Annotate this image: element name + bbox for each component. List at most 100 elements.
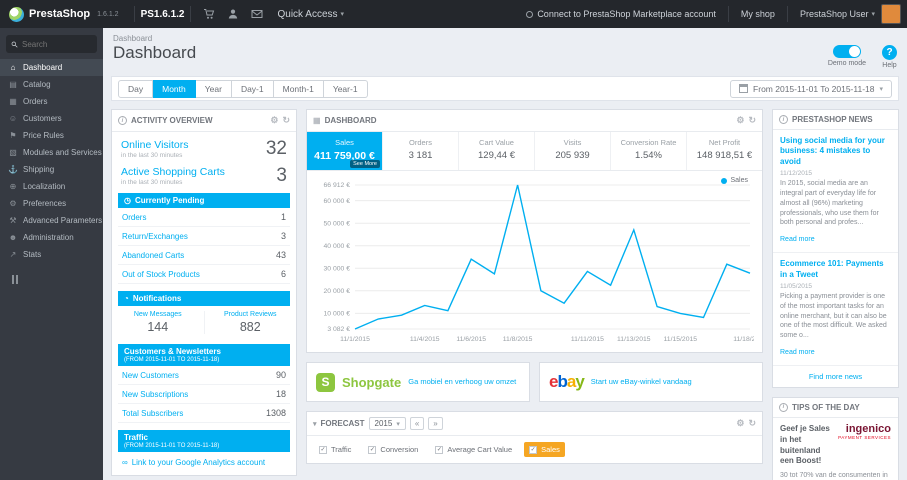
sidebar-item-administration[interactable]: ☻ Administration bbox=[0, 229, 103, 246]
pending-row[interactable]: Abandoned Carts 43 bbox=[118, 246, 290, 265]
read-more-link[interactable]: Read more bbox=[780, 349, 815, 356]
notifications-grid: New Messages 144 Product Reviews 882 bbox=[112, 306, 296, 337]
marketplace-connect-link[interactable]: Connect to PrestaShop Marketplace accoun… bbox=[526, 9, 716, 19]
svg-text:11/6/2015: 11/6/2015 bbox=[456, 336, 486, 343]
sidebar-item-modules[interactable]: ▧ Modules and Services bbox=[0, 144, 103, 161]
legend-sales-checkbox[interactable]: ✓ Sales bbox=[524, 442, 565, 457]
sidebar-item-stats[interactable]: ↗ Stats bbox=[0, 246, 103, 263]
caret-down-icon: ▾ bbox=[340, 11, 345, 18]
filter-day-1-button[interactable]: Day-1 bbox=[231, 79, 274, 98]
refresh-icon[interactable]: ↻ bbox=[282, 115, 290, 126]
read-more-link[interactable]: Read more bbox=[780, 236, 815, 243]
legend-label: Conversion bbox=[380, 445, 419, 454]
filter-month-1-button[interactable]: Month-1 bbox=[273, 79, 324, 98]
see-more-badge[interactable]: See More bbox=[350, 160, 380, 168]
legend-average-cart-value-checkbox[interactable]: ✓ Average Cart Value bbox=[430, 442, 517, 457]
sidebar-item-label: Price Rules bbox=[23, 131, 64, 140]
date-range-picker[interactable]: From 2015-11-01 To 2015-11-18 ▾ bbox=[730, 79, 892, 98]
sidebar-item-orders[interactable]: ▦ Orders bbox=[0, 93, 103, 110]
next-year-button[interactable]: » bbox=[428, 417, 443, 430]
year-select[interactable]: 2015 ▾ bbox=[368, 417, 406, 430]
article-title-link[interactable]: Using social media for your business: 4 … bbox=[780, 136, 891, 167]
find-more-news-link[interactable]: Find more news bbox=[773, 366, 898, 387]
search-field[interactable] bbox=[6, 35, 97, 53]
news-article: Using social media for your business: 4 … bbox=[773, 130, 898, 254]
search-input[interactable] bbox=[22, 39, 92, 49]
pending-row[interactable]: Orders 1 bbox=[118, 208, 290, 227]
home-icon: ⌂ bbox=[10, 63, 16, 72]
sidebar-item-customers[interactable]: ☺ Customers bbox=[0, 110, 103, 127]
date-range-label: From 2015-11-01 To 2015-11-18 bbox=[753, 83, 875, 94]
active-carts-sub: in the last 30 minutes bbox=[121, 179, 183, 186]
filter-day-button[interactable]: Day bbox=[118, 79, 154, 98]
google-analytics-link[interactable]: ∞ Link to your Google Analytics account bbox=[112, 452, 296, 475]
breadcrumb: Dashboard bbox=[113, 34, 153, 43]
kpi-orders[interactable]: Orders 3 181 bbox=[383, 132, 459, 170]
shopgate-promo-link[interactable]: Ga mobiel en verhoog uw omzet bbox=[408, 377, 516, 387]
folder-icon: ▤ bbox=[9, 80, 17, 89]
toggle-on-icon[interactable] bbox=[832, 45, 861, 58]
section-title: Traffic bbox=[124, 433, 149, 442]
kpi-cart-value[interactable]: Cart Value 129,44 € bbox=[459, 132, 535, 170]
gear-icon[interactable]: ⚙ bbox=[736, 115, 744, 126]
sidebar-item-label: Preferences bbox=[23, 199, 67, 208]
legend-label: Sales bbox=[730, 177, 748, 184]
user-menu[interactable]: PrestaShop User ▾ bbox=[800, 9, 875, 19]
demo-mode-toggle[interactable]: Demo mode bbox=[828, 45, 866, 67]
cart-icon: ▦ bbox=[9, 97, 17, 106]
sidebar-search bbox=[0, 28, 103, 59]
kpi-conversion-rate[interactable]: Conversion Rate 1.54% bbox=[611, 132, 687, 170]
new-messages-cell[interactable]: New Messages 144 bbox=[112, 311, 205, 334]
my-shop-link[interactable]: My shop bbox=[741, 9, 775, 19]
news-icon: i bbox=[779, 115, 788, 124]
svg-text:10 000 €: 10 000 € bbox=[324, 311, 351, 318]
sidebar-item-advanced-parameters[interactable]: ⚒ Advanced Parameters bbox=[0, 212, 103, 229]
pending-row[interactable]: Return/Exchanges 3 bbox=[118, 227, 290, 246]
customers-row[interactable]: New Customers 90 bbox=[118, 366, 290, 385]
prestashop-logo[interactable]: PrestaShop 1.6.1.2 bbox=[0, 0, 128, 28]
messages-icon[interactable] bbox=[245, 8, 269, 20]
article-body: Picking a payment provider is one of the… bbox=[780, 292, 887, 340]
avatar[interactable] bbox=[881, 4, 901, 24]
quick-access-menu[interactable]: Quick Access ▾ bbox=[277, 9, 344, 20]
prev-year-button[interactable]: « bbox=[409, 417, 425, 430]
shopgate-logo-icon: S bbox=[316, 372, 335, 392]
filter-year-button[interactable]: Year bbox=[195, 79, 232, 98]
ebay-promo-link[interactable]: Start uw eBay-winkel vandaag bbox=[591, 377, 692, 387]
refresh-icon[interactable]: ↻ bbox=[748, 115, 756, 126]
sidebar-item-catalog[interactable]: ▤ Catalog bbox=[0, 76, 103, 93]
article-title-link[interactable]: Ecommerce 101: Payments in a Tweet bbox=[780, 259, 891, 280]
sidebar-item-label: Advanced Parameters bbox=[23, 216, 103, 225]
caret-down-icon: ▾ bbox=[879, 85, 883, 93]
ebay-logo: ebay bbox=[549, 372, 585, 392]
chart-legend[interactable]: Sales bbox=[721, 177, 748, 184]
filter-year-1-button[interactable]: Year-1 bbox=[323, 79, 368, 98]
kpi-sales[interactable]: Sales 411 759,00 € See More bbox=[307, 132, 383, 170]
gear-icon[interactable]: ⚙ bbox=[270, 115, 278, 126]
product-reviews-cell[interactable]: Product Reviews 882 bbox=[205, 311, 297, 334]
sidebar-item-dashboard[interactable]: ⌂ Dashboard bbox=[0, 59, 103, 76]
customers-row[interactable]: Total Subscribers 1308 bbox=[118, 404, 290, 423]
pending-row[interactable]: Out of Stock Products 6 bbox=[118, 265, 290, 284]
search-icon bbox=[11, 41, 18, 48]
filter-month-button[interactable]: Month bbox=[153, 79, 196, 98]
customers-icon[interactable] bbox=[221, 8, 245, 20]
kpi-label: Sales bbox=[335, 138, 354, 147]
gear-icon[interactable]: ⚙ bbox=[736, 418, 744, 429]
legend-traffic-checkbox[interactable]: ✓ Traffic bbox=[314, 442, 356, 457]
customers-row[interactable]: New Subscriptions 18 bbox=[118, 385, 290, 404]
help-button[interactable]: ? Help bbox=[882, 45, 897, 69]
collapse-menu-button[interactable] bbox=[12, 275, 91, 284]
sidebar-item-shipping[interactable]: ⚓ Shipping bbox=[0, 161, 103, 178]
sidebar-item-preferences[interactable]: ⚙ Preferences bbox=[0, 195, 103, 212]
marketplace-connect-label: Connect to PrestaShop Marketplace accoun… bbox=[537, 9, 716, 19]
sidebar-item-label: Localization bbox=[23, 182, 66, 191]
sidebar-item-localization[interactable]: ⊕ Localization bbox=[0, 178, 103, 195]
refresh-icon[interactable]: ↻ bbox=[748, 418, 756, 429]
cart-icon[interactable] bbox=[197, 8, 221, 20]
kpi-visits[interactable]: Visits 205 939 bbox=[535, 132, 611, 170]
sidebar-item-price-rules[interactable]: ⚑ Price Rules bbox=[0, 127, 103, 144]
online-visitors-row: Online Visitors in the last 30 minutes 3… bbox=[112, 132, 296, 159]
legend-conversion-checkbox[interactable]: ✓ Conversion bbox=[363, 442, 423, 457]
kpi-net-profit[interactable]: Net Profit 148 918,51 € bbox=[687, 132, 762, 170]
